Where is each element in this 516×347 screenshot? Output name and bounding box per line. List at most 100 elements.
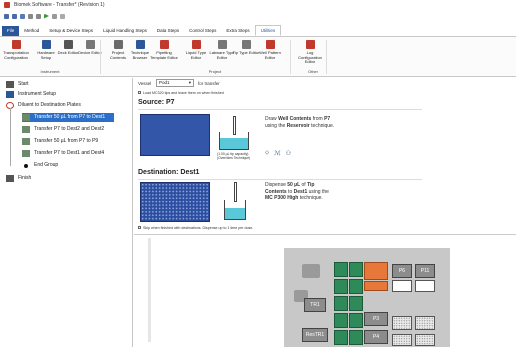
tab-control-steps[interactable]: Control Steps (184, 26, 221, 36)
deck-slot-tr1[interactable]: TR1 (304, 298, 326, 312)
tip-box[interactable] (349, 262, 363, 277)
tree-connector (10, 108, 11, 166)
tip-box[interactable] (334, 262, 348, 277)
open-icon[interactable] (12, 13, 17, 19)
tip-icon (241, 40, 251, 49)
transfer-icon (22, 114, 30, 121)
checkbox-icon[interactable] (138, 91, 141, 94)
source-desc-part: P7 (324, 116, 331, 122)
app-icon (4, 2, 10, 8)
tab-method[interactable]: Method (19, 26, 44, 36)
step-label: Finish (18, 175, 32, 181)
ribbon-pattern-button[interactable]: Well Pattern Editor (256, 40, 284, 60)
ribbon-button-label: Liquid Type Editor (185, 50, 207, 60)
ribbon-log-button[interactable]: Log Configuration Editor (296, 40, 324, 65)
new-icon[interactable] (4, 13, 9, 19)
ribbon-separator (290, 40, 291, 74)
tab-setup-device-steps[interactable]: Setup & Device Steps (44, 26, 98, 36)
deck-slot-p4[interactable]: P4 (364, 330, 388, 344)
hardware-icon (41, 40, 51, 49)
tab-extra-steps[interactable]: Extra Steps (221, 26, 254, 36)
ribbon-button-label: Log Configuration Editor (298, 50, 322, 65)
ribbon-liquid-button[interactable]: Liquid Type Editor (182, 40, 210, 60)
transfer-icon (22, 138, 30, 145)
divider (138, 179, 422, 180)
pattern-icon (265, 40, 275, 49)
skip-label: Skip when finished with destinations. Di… (143, 226, 254, 230)
source-desc-part: Reservoir (286, 122, 310, 129)
destination-plate[interactable] (140, 182, 210, 222)
deck-slot-p11[interactable]: P11 (415, 264, 435, 278)
step-label: Transfer 50 µL from P7 to Dest1 (34, 114, 106, 120)
step-configuration: Vessel Pod1 ▾ for transfer Load MC320 ti… (134, 78, 516, 347)
run-icon[interactable] (44, 13, 49, 19)
ribbon-template-button[interactable]: Pipetting Template Editor (150, 40, 178, 60)
stop-icon[interactable] (60, 13, 65, 19)
plate[interactable] (392, 280, 412, 292)
undo-icon[interactable] (28, 13, 33, 19)
tip-box[interactable] (334, 313, 348, 328)
tip-box[interactable] (334, 279, 348, 294)
head-select[interactable]: Pod1 ▾ (156, 79, 194, 87)
biomek-window: { "window": {"title": "Biomek Software -… (0, 0, 516, 347)
dest-desc-part: Dest1 (293, 188, 308, 195)
deck-view[interactable]: P6 P11 TR1 P3 ResTR1 P4 (284, 248, 450, 347)
plate[interactable] (392, 334, 412, 346)
ribbon-transport-button[interactable]: Transportation Configuration (2, 40, 30, 60)
ribbon-group-project: Project (208, 69, 222, 74)
mix-icon[interactable]: ℳ (274, 150, 280, 157)
source-plate[interactable] (140, 114, 210, 156)
liquid-icon (191, 40, 201, 49)
step-item[interactable]: Transfer 50 µL from P7 to Dest1 (22, 113, 114, 122)
ribbon-tabs: File Method Setup & Device Steps Liquid Han… (0, 25, 516, 37)
end-group-icon (24, 163, 28, 168)
plate[interactable] (415, 334, 435, 346)
tip-box[interactable] (334, 330, 348, 345)
deck-slot-p6[interactable]: P6 (392, 264, 412, 278)
checkbox-icon[interactable] (138, 226, 141, 229)
device-icon (85, 40, 95, 49)
start-icon (6, 81, 14, 88)
load-tips-label: Load MC320 tips and leave them on when f… (143, 91, 224, 95)
head-select-value: Pod1 (159, 80, 170, 85)
source-title: Source: P7 (138, 99, 175, 106)
pause-icon[interactable] (52, 13, 57, 19)
plate[interactable] (415, 280, 435, 292)
tab-file[interactable]: File (2, 26, 20, 36)
title-bar: Biomek Software - Transfer* (Revision 1) (0, 0, 516, 10)
ribbon-separator (326, 40, 327, 74)
chevron-down-icon: ▾ (188, 80, 191, 85)
save-icon[interactable] (20, 13, 25, 19)
aspirate-icon[interactable]: ⬦ (265, 150, 269, 157)
deck-slot-restr1[interactable]: ResTR1 (302, 328, 328, 342)
step-label: Transfer P7 to Dest1 and Dest4 (34, 150, 105, 156)
deck-position[interactable] (302, 264, 320, 278)
divider (138, 109, 422, 110)
plate[interactable] (415, 316, 435, 330)
tip-box[interactable] (349, 330, 363, 345)
tip-box[interactable] (334, 296, 348, 311)
tip-box[interactable] (349, 296, 363, 311)
ribbon-button-label: Transportation Configuration (3, 50, 29, 60)
dest-desc-part: 50 µL (287, 182, 301, 188)
tip-box[interactable] (349, 279, 363, 294)
vertical-scrollbar[interactable] (148, 238, 151, 342)
tip-box[interactable] (349, 313, 363, 328)
reservoir[interactable] (364, 262, 388, 280)
deck-slot-p3[interactable]: P3 (364, 312, 388, 326)
tab-liquid-handling-steps[interactable]: Liquid Handling Steps (98, 26, 152, 36)
redo-icon[interactable] (36, 13, 41, 19)
tip-touch-icon[interactable]: ⚇ (286, 150, 291, 157)
skip-option[interactable]: Skip when finished with destinations. Di… (138, 226, 253, 230)
tab-utilities[interactable]: Utilities (254, 25, 282, 36)
project-icon (113, 40, 123, 49)
source-desc-part: from (311, 116, 325, 122)
load-tips-option[interactable]: Load MC320 tips and leave them on when f… (138, 91, 224, 95)
ribbon: Transportation Configuration Hardware Set… (0, 37, 516, 77)
tab-data-steps[interactable]: Data Steps (152, 26, 184, 36)
head-label: Vessel (138, 81, 152, 86)
finish-icon (6, 175, 14, 182)
plate[interactable] (392, 316, 412, 330)
instrument-icon (6, 91, 14, 98)
reservoir[interactable] (364, 281, 388, 291)
